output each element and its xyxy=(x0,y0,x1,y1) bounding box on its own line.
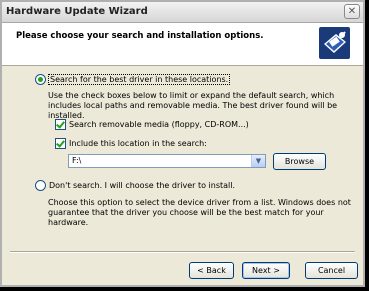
include-location-label[interactable]: Include this location in the search: xyxy=(69,139,207,148)
search-best-driver-label[interactable]: Search for the best driver in these loca… xyxy=(47,74,231,85)
title-bar[interactable]: Hardware Update Wizard ✕ xyxy=(2,2,363,23)
chevron-down-icon[interactable]: ▼ xyxy=(251,155,265,167)
wizard-window: Hardware Update Wizard ✕ Please choose y… xyxy=(0,0,365,287)
removable-media-checkbox[interactable] xyxy=(55,119,66,130)
browse-button[interactable]: Browse xyxy=(273,153,326,170)
window-title: Hardware Update Wizard xyxy=(6,6,148,17)
header-title: Please choose your search and installati… xyxy=(16,31,264,41)
close-button[interactable]: ✕ xyxy=(344,4,360,19)
hardware-wizard-icon xyxy=(319,27,350,59)
search-best-driver-radio[interactable] xyxy=(35,74,46,85)
include-location-checkbox[interactable] xyxy=(55,138,66,149)
dont-search-label[interactable]: Don't search. I will choose the driver t… xyxy=(49,181,235,190)
close-icon: ✕ xyxy=(347,6,357,17)
location-combobox[interactable]: F:\ ▼ xyxy=(68,154,266,168)
footer-divider xyxy=(10,251,355,253)
next-button[interactable]: Next > xyxy=(242,262,290,279)
removable-media-label[interactable]: Search removable media (floppy, CD-ROM..… xyxy=(69,120,249,129)
cancel-button[interactable]: Cancel xyxy=(305,262,358,279)
search-description: Use the check boxes below to limit or ex… xyxy=(48,91,338,120)
back-button[interactable]: < Back xyxy=(189,262,234,279)
wizard-header: Please choose your search and installati… xyxy=(2,23,363,66)
dont-search-radio[interactable] xyxy=(35,180,46,191)
manual-description: Choose this option to select the device … xyxy=(48,198,351,227)
location-value: F:\ xyxy=(72,156,82,165)
